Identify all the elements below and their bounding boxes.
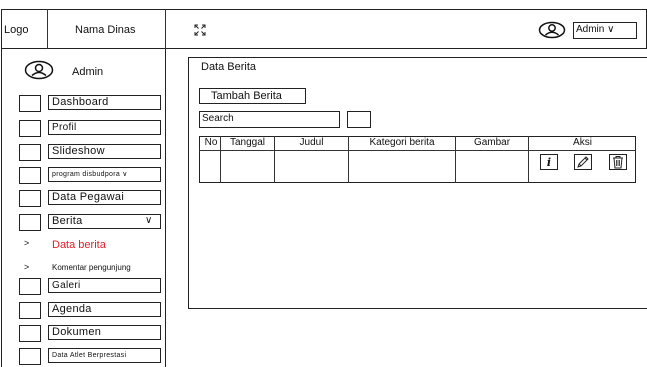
submenu-arrow-icon: >	[24, 238, 30, 248]
column-header-gambar: Gambar	[473, 137, 511, 148]
logo[interactable]: Logo	[4, 24, 28, 36]
header-divider	[47, 9, 48, 49]
sidebar-item-atlet-icon	[19, 348, 41, 365]
sidebar-item-dokumen-icon	[19, 325, 41, 342]
sidebar-item-data-pegawai[interactable]: Data Pegawai	[48, 190, 161, 205]
search-button[interactable]	[347, 111, 371, 128]
sidebar-item-dokumen[interactable]: Dokumen	[48, 325, 161, 340]
sidebar-item-slideshow[interactable]: Slideshow	[48, 144, 161, 159]
sidebar-item-slideshow-icon	[19, 144, 41, 161]
sidebar-item-program-icon	[19, 167, 41, 184]
user-avatar-icon[interactable]	[538, 21, 566, 39]
search-input-value: Search	[202, 113, 234, 124]
column-header-no: No	[204, 137, 218, 148]
sidebar-item-data-pegawai-icon	[19, 190, 41, 207]
table-header-divider	[199, 150, 636, 151]
trash-icon[interactable]	[609, 154, 627, 170]
sidebar-item-agenda[interactable]: Agenda	[48, 302, 161, 317]
sidebar-user-avatar-icon	[24, 60, 54, 80]
info-icon[interactable]: i	[540, 154, 558, 170]
header-divider	[165, 9, 166, 49]
sidebar-item-profil[interactable]: Profil	[48, 120, 161, 135]
edit-pencil-icon[interactable]	[574, 154, 592, 170]
column-header-kategori: Kategori berita	[369, 137, 435, 148]
fullscreen-icon[interactable]	[194, 23, 206, 36]
sidebar-item-dashboard[interactable]: Dashboard	[48, 95, 161, 110]
table-header-row: No Tanggal Judul Kategori berita Gambar …	[199, 136, 636, 150]
column-header-aksi: Aksi	[573, 137, 592, 148]
sidebar-subitem-data-berita[interactable]: Data berita	[52, 239, 106, 251]
column-header-judul: Judul	[299, 137, 324, 148]
admin-dropdown-label: Admin ∨	[576, 24, 615, 35]
agency-name: Nama Dinas	[75, 24, 136, 36]
add-news-button-label: Tambah Berita	[211, 90, 282, 102]
sidebar-item-profil-icon	[19, 120, 41, 137]
submenu-arrow-icon: >	[24, 262, 30, 272]
sidebar-item-galeri-icon	[19, 278, 41, 295]
page-title: Data Berita	[201, 61, 257, 73]
sidebar-subitem-komentar[interactable]: Komentar pengunjung	[52, 263, 131, 272]
sidebar-item-dashboard-icon	[19, 95, 41, 112]
column-header-tanggal: Tanggal	[229, 137, 266, 148]
sidebar-user-name: Admin	[72, 66, 104, 78]
sidebar-item-data-atlet[interactable]: Data Atlet Berprestasi	[48, 348, 161, 363]
berita-chevron-down-icon[interactable]: ∨	[145, 215, 152, 226]
sidebar-item-program-disbudpora[interactable]: program disbudpora ∨	[48, 167, 161, 182]
sidebar-item-berita-icon	[19, 214, 41, 231]
sidebar-item-agenda-icon	[19, 302, 41, 319]
sidebar-item-galeri[interactable]: Galeri	[48, 278, 161, 293]
